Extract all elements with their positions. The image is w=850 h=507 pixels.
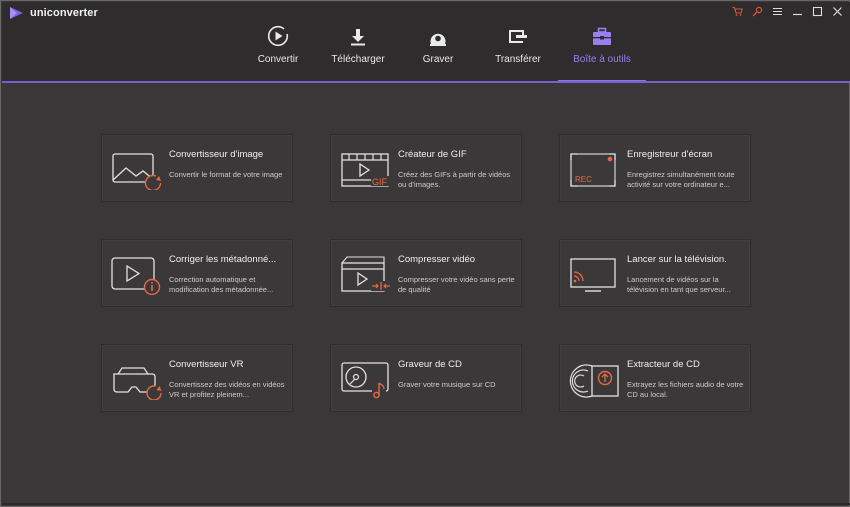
tool-description: Compresser votre vidéo sans perte de qua… — [398, 275, 515, 294]
minimize-icon[interactable] — [791, 5, 803, 17]
vr-convert-icon — [113, 367, 162, 400]
tool-card-metadata[interactable]: Corriger les métadonné... Correction aut… — [101, 239, 293, 307]
tool-title: Créateur de GIF — [398, 149, 467, 160]
tools-grid: Convertisseur d'image Convertir le forma… — [101, 134, 753, 414]
tab-convertir[interactable]: Convertir — [238, 3, 318, 82]
burn-icon — [428, 23, 448, 47]
tab-graver[interactable]: Graver — [398, 3, 478, 82]
tool-description: Correction automatique et modification d… — [169, 275, 274, 294]
tool-card-gif-maker[interactable]: GIF Créateur de GIF Créez des GIFs à par… — [330, 134, 522, 202]
tab-transferer[interactable]: Transférer — [478, 3, 558, 82]
download-icon — [348, 23, 368, 47]
gif-maker-icon: GIF — [341, 153, 390, 187]
key-icon[interactable] — [751, 5, 763, 17]
tool-title: Compresser vidéo — [398, 254, 476, 265]
menu-icon[interactable] — [771, 5, 783, 17]
tool-card-cd-burner[interactable]: Graveur de CD Graver votre musique sur C… — [330, 344, 522, 412]
cast-tv-icon — [570, 258, 616, 292]
convert-icon — [267, 23, 289, 47]
compress-icon — [341, 256, 391, 292]
tool-title: Graveur de CD — [398, 359, 462, 370]
tool-title: Lancer sur la télévision. — [627, 254, 727, 265]
header-divider — [2, 81, 850, 83]
window-controls — [731, 5, 843, 17]
tool-description: Convertir le format de votre image — [169, 170, 283, 179]
app-window: uniconverter Convertir Télécharger Grave… — [0, 0, 850, 507]
tool-card-image-converter[interactable]: Convertisseur d'image Convertir le forma… — [101, 134, 293, 202]
cart-icon[interactable] — [731, 5, 743, 17]
tab-label: Graver — [422, 54, 454, 65]
logo-icon — [10, 7, 23, 19]
tab-label: Télécharger — [331, 54, 385, 65]
tool-card-compress[interactable]: Compresser vidéo Compresser votre vidéo … — [330, 239, 522, 307]
transfer-icon — [507, 23, 529, 47]
tool-description: Lancement de vidéos sur la télévision en… — [627, 275, 731, 294]
tool-title: Enregistreur d'écran — [627, 149, 713, 160]
tab-boite-a-outils[interactable]: Boîte à outils — [558, 3, 646, 83]
tool-card-screen-recorder[interactable]: REC Enregistreur d'écran Enregistrez sim… — [559, 134, 751, 202]
main-nav: Convertir Télécharger Graver Transférer — [238, 3, 646, 83]
screen-recorder-icon: REC — [570, 153, 616, 187]
gif-badge: GIF — [372, 177, 388, 187]
tab-label: Boîte à outils — [573, 54, 631, 65]
toolbox-icon — [591, 23, 613, 47]
bottom-border — [2, 503, 850, 505]
tool-card-vr-converter[interactable]: Convertisseur VR Convertissez des vidéos… — [101, 344, 293, 412]
tool-description: Convertissez des vidéos en vidéos VR et … — [169, 380, 285, 399]
tool-description: Créez des GIFs à partir de vidéos ou d'i… — [398, 170, 511, 189]
close-icon[interactable] — [831, 5, 843, 17]
maximize-icon[interactable] — [811, 5, 823, 17]
metadata-icon — [111, 257, 161, 295]
tool-title: Convertisseur d'image — [169, 149, 264, 160]
app-logo: uniconverter — [9, 7, 98, 19]
tool-description: Enregistrez simultanément toute activité… — [627, 170, 735, 189]
tab-label: Transférer — [495, 54, 541, 65]
tool-description: Extrayez les fichiers audio de votre CD … — [627, 380, 744, 399]
tool-card-cast-tv[interactable]: Lancer sur la télévision. Lancement de v… — [559, 239, 751, 307]
tool-card-cd-ripper[interactable]: Extracteur de CD Extrayez les fichiers a… — [559, 344, 751, 412]
cd-ripper-icon — [569, 364, 619, 398]
tool-title: Convertisseur VR — [169, 359, 244, 370]
image-convert-icon — [112, 153, 162, 190]
top-bar: uniconverter Convertir Télécharger Grave… — [2, 2, 850, 83]
rec-badge: REC — [575, 175, 592, 184]
tool-description: Graver votre musique sur CD — [398, 380, 496, 389]
tool-title: Corriger les métadonné... — [169, 254, 277, 265]
app-name: uniconverter — [30, 7, 98, 19]
tab-label: Convertir — [257, 54, 299, 65]
tab-telecharger[interactable]: Télécharger — [318, 3, 398, 82]
cd-burner-icon — [341, 362, 389, 399]
tool-title: Extracteur de CD — [627, 359, 700, 370]
